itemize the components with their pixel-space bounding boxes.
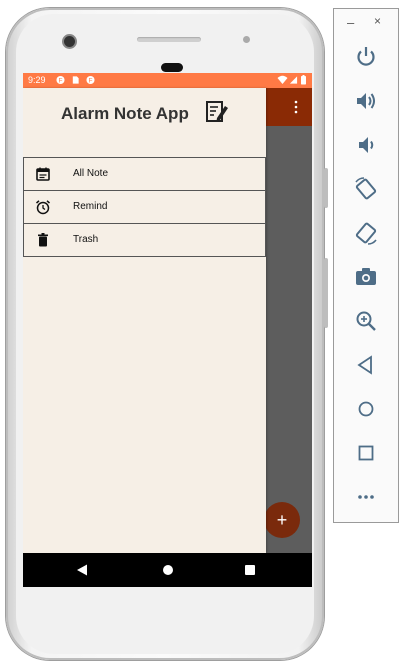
drawer-item-label: Remind bbox=[73, 201, 108, 212]
note-edit-icon bbox=[206, 101, 228, 122]
status-bar: 9:29 F F bbox=[23, 73, 312, 88]
status-time: 9:29 bbox=[28, 75, 46, 85]
recents-icon[interactable] bbox=[245, 565, 255, 575]
sensor bbox=[243, 36, 250, 43]
power-side-button bbox=[324, 168, 328, 208]
earpiece bbox=[161, 63, 183, 72]
device-screen: 9:29 F F + Alarm Note App All Note Remin… bbox=[23, 73, 312, 587]
wifi-icon bbox=[277, 75, 288, 84]
svg-text:F: F bbox=[89, 77, 93, 84]
notification-icon: F bbox=[56, 75, 65, 84]
notification-icon: F bbox=[86, 75, 95, 84]
drawer-menu: All Note Remind Trash bbox=[23, 157, 266, 257]
minimize-button[interactable]: – bbox=[347, 15, 354, 30]
trash-icon bbox=[38, 233, 48, 247]
drawer-item-remind[interactable]: Remind bbox=[23, 190, 266, 224]
back-icon[interactable] bbox=[76, 564, 88, 576]
drawer-item-trash[interactable]: Trash bbox=[23, 223, 266, 257]
drawer-item-label: All Note bbox=[73, 168, 109, 179]
battery-icon bbox=[301, 75, 306, 85]
app-title: Alarm Note App bbox=[61, 104, 189, 123]
sim-icon bbox=[72, 76, 79, 84]
overview-icon[interactable] bbox=[353, 440, 379, 466]
system-nav-bar bbox=[23, 553, 312, 587]
home-icon[interactable] bbox=[163, 565, 173, 575]
more-vert-icon[interactable] bbox=[294, 100, 298, 114]
camera-icon[interactable] bbox=[353, 264, 379, 290]
speaker-grille bbox=[137, 37, 201, 42]
drawer-item-all-note[interactable]: All Note bbox=[23, 157, 266, 191]
rotate-left-icon[interactable] bbox=[353, 176, 379, 202]
volume-down-icon[interactable] bbox=[353, 132, 379, 158]
front-camera bbox=[64, 36, 75, 47]
drawer-header: Alarm Note App bbox=[23, 88, 266, 144]
power-icon[interactable] bbox=[353, 44, 379, 70]
home-icon[interactable] bbox=[353, 396, 379, 422]
navigation-drawer: Alarm Note App All Note Remind Trash bbox=[23, 88, 266, 553]
zoom-icon[interactable] bbox=[353, 308, 379, 334]
close-button[interactable]: × bbox=[374, 14, 381, 28]
drawer-item-label: Trash bbox=[73, 234, 99, 245]
rotate-right-icon[interactable] bbox=[353, 220, 379, 246]
signal-icon bbox=[289, 76, 298, 84]
more-icon[interactable] bbox=[353, 484, 379, 510]
alarm-clock-icon bbox=[36, 200, 50, 215]
calendar-note-icon bbox=[36, 167, 50, 181]
back-icon[interactable] bbox=[353, 352, 379, 378]
volume-side-button bbox=[324, 258, 328, 328]
volume-up-icon[interactable] bbox=[353, 88, 379, 114]
emulator-toolbar: – × bbox=[333, 8, 399, 523]
emulator-window-controls: – × bbox=[334, 9, 398, 35]
add-note-button[interactable]: + bbox=[264, 502, 300, 538]
svg-text:F: F bbox=[59, 77, 63, 84]
